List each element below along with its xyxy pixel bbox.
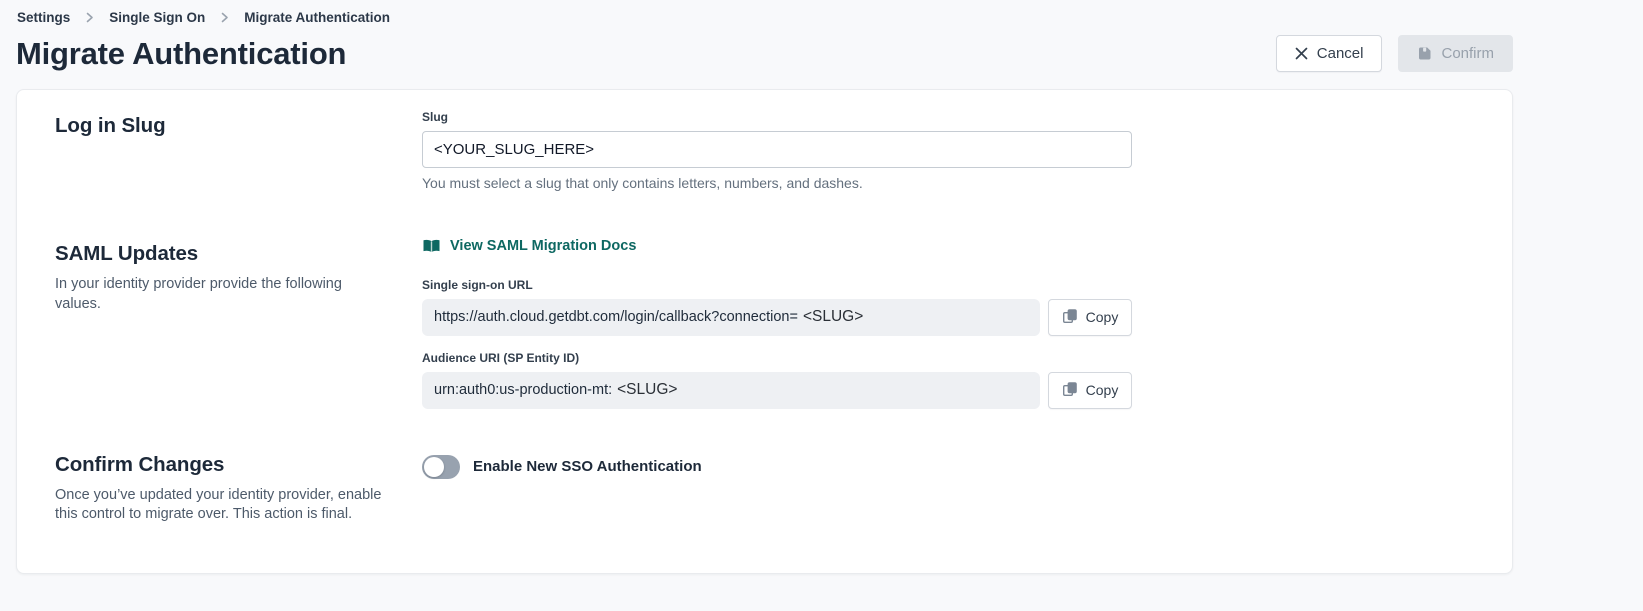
- copy-button-label: Copy: [1086, 382, 1119, 398]
- sso-url-value: https://auth.cloud.getdbt.com/login/call…: [422, 299, 1040, 336]
- breadcrumb: Settings Single Sign On Migrate Authenti…: [0, 0, 1643, 25]
- login-slug-section: Log in Slug Slug You must select a slug …: [55, 110, 1474, 191]
- x-icon: [1295, 47, 1308, 60]
- breadcrumb-item-settings[interactable]: Settings: [17, 10, 70, 25]
- sso-url-text: https://auth.cloud.getdbt.com/login/call…: [434, 309, 798, 325]
- view-saml-migration-docs-link[interactable]: View SAML Migration Docs: [422, 238, 636, 254]
- sso-url-label: Single sign-on URL: [422, 278, 1474, 292]
- breadcrumb-item-single-sign-on[interactable]: Single Sign On: [109, 10, 205, 25]
- cancel-button[interactable]: Cancel: [1276, 35, 1383, 72]
- open-book-icon: [422, 239, 441, 254]
- save-floppy-icon: [1417, 46, 1432, 61]
- cancel-button-label: Cancel: [1317, 45, 1364, 62]
- audience-uri-slug-placeholder: <SLUG>: [617, 381, 677, 399]
- breadcrumb-item-migrate-authentication: Migrate Authentication: [244, 10, 390, 25]
- copy-icon: [1062, 308, 1078, 327]
- docs-link-label: View SAML Migration Docs: [450, 238, 636, 254]
- page-header: Migrate Authentication Cancel Confirm: [0, 25, 1513, 72]
- confirm-changes-heading: Confirm Changes: [55, 453, 422, 477]
- copy-icon: [1062, 381, 1078, 400]
- header-actions: Cancel Confirm: [1276, 35, 1513, 72]
- page-title: Migrate Authentication: [16, 36, 346, 72]
- saml-updates-heading: SAML Updates: [55, 242, 422, 266]
- sso-url-block: Single sign-on URL https://auth.cloud.ge…: [422, 278, 1474, 336]
- slug-help-text: You must select a slug that only contain…: [422, 175, 1474, 191]
- sso-url-slug-placeholder: <SLUG>: [803, 308, 863, 326]
- confirm-changes-section: Confirm Changes Once you’ve updated your…: [55, 449, 1474, 525]
- copy-button-label: Copy: [1086, 309, 1119, 325]
- slug-field-label: Slug: [422, 110, 1474, 124]
- audience-uri-block: Audience URI (SP Entity ID) urn:auth0:us…: [422, 351, 1474, 409]
- audience-uri-text: urn:auth0:us-production-mt:: [434, 382, 612, 398]
- saml-updates-description: In your identity provider provide the fo…: [55, 275, 385, 314]
- enable-sso-toggle-label: Enable New SSO Authentication: [473, 458, 702, 475]
- audience-uri-value: urn:auth0:us-production-mt: <SLUG>: [422, 372, 1040, 409]
- migrate-authentication-card: Log in Slug Slug You must select a slug …: [16, 89, 1513, 574]
- enable-sso-toggle[interactable]: [422, 455, 460, 479]
- saml-updates-section: SAML Updates In your identity provider p…: [55, 238, 1474, 409]
- chevron-right-icon: [219, 12, 230, 23]
- confirm-changes-description: Once you’ve updated your identity provid…: [55, 486, 385, 525]
- slug-input[interactable]: [422, 131, 1132, 168]
- toggle-knob: [424, 457, 444, 477]
- confirm-button[interactable]: Confirm: [1398, 35, 1513, 72]
- audience-uri-copy-button[interactable]: Copy: [1048, 372, 1132, 409]
- sso-url-copy-button[interactable]: Copy: [1048, 299, 1132, 336]
- confirm-button-label: Confirm: [1441, 45, 1494, 62]
- chevron-right-icon: [84, 12, 95, 23]
- login-slug-heading: Log in Slug: [55, 114, 422, 138]
- audience-uri-label: Audience URI (SP Entity ID): [422, 351, 1474, 365]
